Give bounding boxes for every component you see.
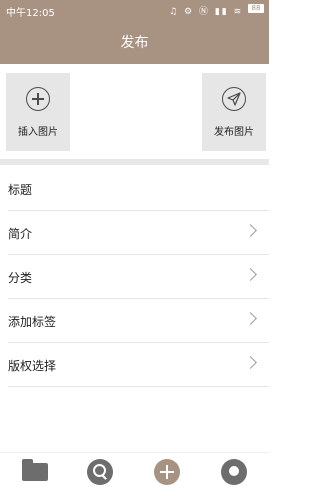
publish-image-button[interactable]: 发布图片 [202, 73, 266, 151]
chevron-right-icon [244, 356, 257, 369]
form-row-tags[interactable]: 添加标签 [0, 299, 269, 343]
section-divider [0, 159, 269, 165]
row-divider [8, 386, 269, 387]
publish-image-label: 发布图片 [214, 127, 254, 138]
status-bar: 中午12:05 ♫ ⚙ Ⓝ ▮▮ ≋ 88 [0, 0, 269, 20]
battery-icon: 88 [248, 4, 264, 13]
chevron-right-icon [244, 268, 257, 281]
status-icons: ♫ ⚙ Ⓝ ▮▮ ≋ 88 [169, 4, 264, 17]
form-row-label: 标题 [8, 183, 33, 197]
chevron-right-icon [244, 312, 257, 325]
send-circle-icon [222, 87, 246, 111]
form-row-label: 分类 [8, 271, 33, 285]
insert-image-label: 插入图片 [18, 127, 58, 138]
status-indicator-icons: ♫ ⚙ Ⓝ ▮▮ ≋ [169, 7, 244, 17]
chevron-right-icon [244, 224, 257, 237]
folder-icon[interactable] [22, 459, 48, 481]
form-row-copyright[interactable]: 版权选择 [0, 343, 269, 387]
add-icon[interactable] [154, 459, 180, 485]
app-header: 中午12:05 ♫ ⚙ Ⓝ ▮▮ ≋ 88 发布 [0, 0, 269, 64]
form-row-title[interactable]: 标题 [0, 167, 269, 211]
insert-image-button[interactable]: 插入图片 [6, 73, 70, 151]
form-row-intro[interactable]: 简介 [0, 211, 269, 255]
add-circle-icon [26, 87, 50, 111]
page-title: 发布 [120, 35, 149, 51]
form-row-label: 版权选择 [8, 359, 57, 373]
form-row-label: 添加标签 [8, 315, 57, 329]
profile-icon[interactable] [221, 459, 247, 485]
search-icon[interactable] [87, 459, 113, 485]
form-row-label: 简介 [8, 227, 33, 241]
status-time: 中午12:05 [6, 8, 55, 19]
bottom-navigation [0, 452, 269, 489]
form-row-category[interactable]: 分类 [0, 255, 269, 299]
